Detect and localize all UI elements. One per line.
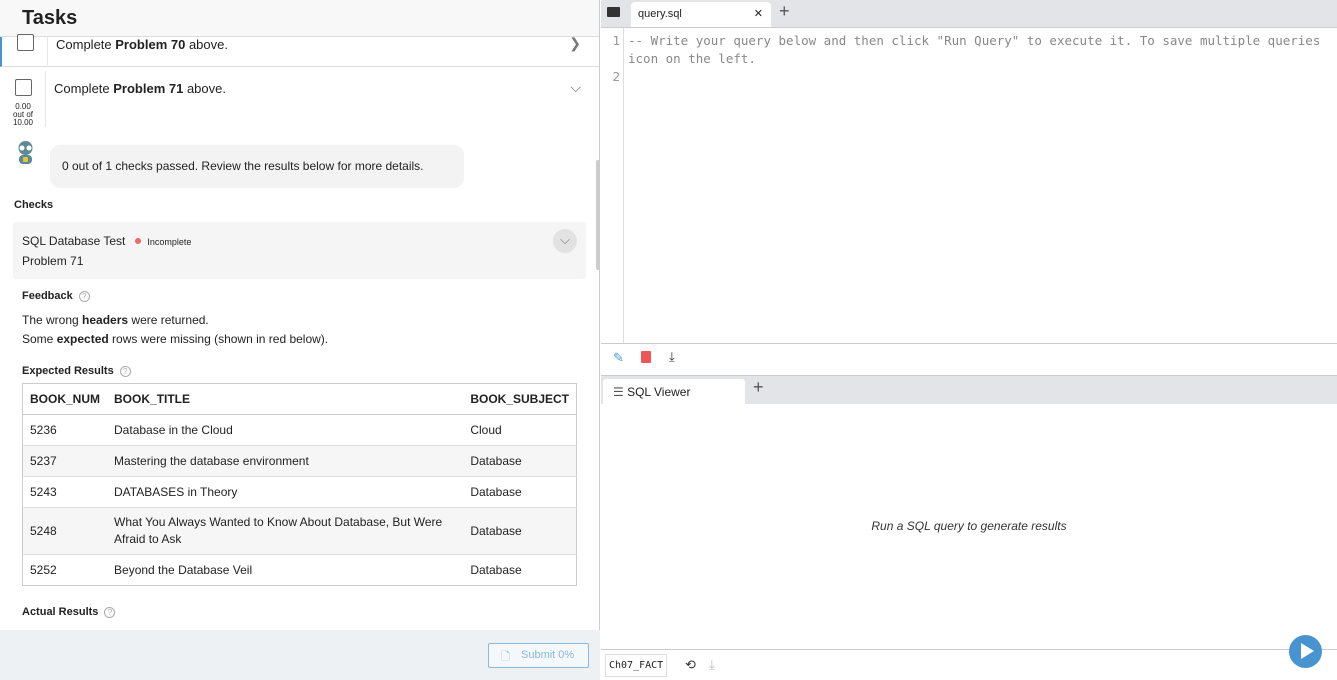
- robot-avatar-icon: [18, 141, 33, 164]
- tasks-panel: Tasks Complete Problem 70 above. ❯ 0.00 o…: [0, 0, 600, 680]
- help-icon[interactable]: ?: [104, 607, 116, 618]
- editor-toolbar: ✎ ⤓: [601, 343, 1337, 374]
- document-icon: 🗋: [501, 651, 510, 663]
- check-card[interactable]: SQL Database Test Incomplete Problem 71 ⌵: [13, 222, 586, 279]
- check-name: SQL Database Test: [22, 234, 126, 248]
- pencil-icon[interactable]: ✎: [613, 350, 624, 366]
- database-icon: ☰: [613, 385, 628, 399]
- chevron-down-icon[interactable]: ⌵: [553, 229, 577, 253]
- download-icon[interactable]: ⤓: [669, 349, 675, 365]
- table-row: 5252 Beyond the Database Veil Database: [22, 554, 577, 586]
- table-row: 5248 What You Always Wanted to Know About…: [22, 507, 577, 555]
- check-problem: Problem 71: [22, 254, 84, 268]
- column-header: BOOK_SUBJECT: [463, 383, 577, 415]
- task-label: Complete Problem 70 above.: [56, 37, 228, 52]
- checks-label: Checks: [14, 199, 54, 211]
- chevron-down-icon[interactable]: ⌵: [570, 79, 581, 96]
- sql-workspace: query.sql ✕ + 12 -- Write your query belo…: [601, 0, 1337, 680]
- add-tab-button[interactable]: +: [753, 377, 764, 398]
- help-icon[interactable]: ?: [78, 291, 90, 302]
- task-checkbox[interactable]: [17, 34, 34, 51]
- trash-icon[interactable]: [641, 351, 651, 363]
- column-header: BOOK_TITLE: [107, 383, 464, 415]
- page-title: Tasks: [0, 0, 599, 37]
- table-row: 5243 DATABASES in Theory Database: [22, 476, 577, 508]
- help-icon[interactable]: ?: [119, 366, 131, 377]
- viewer-tabbar: ☰ SQL Viewer +: [601, 375, 1337, 405]
- status-badge: Incomplete: [147, 237, 192, 247]
- scrollbar[interactable]: [596, 160, 600, 270]
- task-item[interactable]: Complete Problem 70 above. ❯: [0, 34, 599, 67]
- code-editor[interactable]: 12 -- Write your query below and then cl…: [601, 27, 1337, 344]
- history-icon[interactable]: ⟲: [685, 657, 696, 673]
- folder-icon[interactable]: [607, 7, 620, 17]
- play-icon: [1301, 643, 1314, 659]
- status-dot: [135, 238, 142, 244]
- table-row: 5237 Mastering the database environment Da…: [22, 445, 577, 477]
- submit-button[interactable]: 🗋 Submit 0%: [488, 643, 589, 668]
- code-text[interactable]: -- Write your query below and then click…: [628, 32, 1337, 68]
- table-row: 5236 Database in the Cloud Cloud: [22, 414, 577, 446]
- run-query-button[interactable]: [1289, 635, 1322, 668]
- expected-results-label: Expected Results: [22, 365, 114, 377]
- expected-results-table: BOOK_NUM BOOK_TITLE BOOK_SUBJECT 5236 Datab…: [22, 383, 577, 586]
- feedback-label: Feedback: [22, 290, 73, 302]
- feedback-text: The wrong headers were returned. Some ex…: [22, 313, 329, 346]
- editor-tabbar: query.sql ✕ +: [601, 0, 1337, 27]
- bot-message: 0 out of 1 checks passed. Review the res…: [50, 145, 464, 188]
- empty-results-message: Run a SQL query to generate results: [871, 519, 1067, 533]
- task-label: Complete Problem 71 above.: [54, 81, 226, 96]
- chevron-right-icon[interactable]: ❯: [569, 35, 581, 52]
- column-header: BOOK_NUM: [22, 383, 108, 415]
- task-score: 0.00 out of 10.00: [12, 102, 34, 127]
- line-numbers: 12: [601, 28, 624, 344]
- database-selector[interactable]: Ch07_FACT: [605, 654, 668, 677]
- download-icon[interactable]: ⤓: [709, 657, 715, 673]
- actual-results-label: Actual Results: [22, 606, 99, 618]
- add-tab-button[interactable]: +: [779, 1, 790, 22]
- task-checkbox[interactable]: [15, 79, 32, 96]
- close-icon[interactable]: ✕: [754, 7, 763, 20]
- tab-query-sql[interactable]: query.sql ✕: [631, 2, 771, 27]
- bottom-bar: Ch07_FACT ⟲ ⤓: [601, 649, 1337, 680]
- tab-sql-viewer[interactable]: ☰ SQL Viewer: [603, 379, 745, 405]
